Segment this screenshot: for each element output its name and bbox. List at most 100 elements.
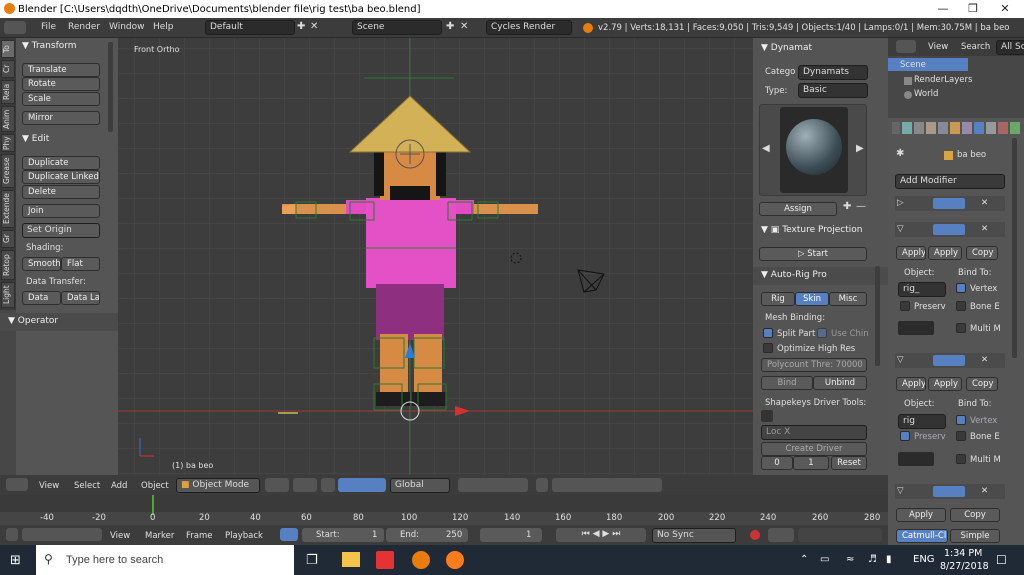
tab-grease[interactable]: Grease	[1, 154, 15, 188]
properties-scrollbar[interactable]	[1012, 138, 1017, 358]
rotate-button[interactable]: Rotate	[22, 77, 100, 91]
menu-file[interactable]: File	[34, 22, 63, 32]
preview-range-icon[interactable]	[280, 528, 298, 541]
properties-tab-icon[interactable]	[892, 122, 900, 134]
maximize-button[interactable]: ❐	[958, 0, 988, 18]
layer-buttons[interactable]	[458, 478, 528, 492]
sync-dropdown[interactable]: No Sync	[652, 528, 736, 543]
keying-set-icon[interactable]	[768, 528, 794, 542]
modifier-tab-icon[interactable]	[974, 122, 984, 134]
modifier-3-toggles-icon[interactable]	[933, 355, 965, 366]
mod2-apply-as-button[interactable]: Apply a	[928, 246, 962, 260]
tab-tools[interactable]: To	[1, 40, 15, 58]
dynamat-header[interactable]: ▼ Dynamat	[761, 43, 812, 57]
add-modifier-dropdown[interactable]: Add Modifier	[895, 174, 1005, 189]
constraint-tab-icon[interactable]	[962, 122, 972, 134]
modifier-2-delete-icon[interactable]: ✕	[981, 224, 988, 234]
outliner-filter-dropdown[interactable]: All Sc	[996, 40, 1024, 55]
scene-tab-icon[interactable]	[926, 122, 936, 134]
modifier-3-delete-icon[interactable]: ✕	[981, 355, 988, 365]
texture-projection-header[interactable]: ▼ ▣ Texture Projection	[761, 225, 863, 239]
material-tab-icon[interactable]	[998, 122, 1008, 134]
mod3-preserve-checkbox[interactable]	[900, 431, 910, 441]
remove-material-icon[interactable]: —	[856, 201, 866, 212]
shading-mode-icon[interactable]	[265, 478, 289, 492]
taskbar-date[interactable]: 8/27/2018	[940, 561, 989, 572]
polycount-threshold-field[interactable]: Polycount Thre: 70000	[761, 358, 867, 372]
pivot-point-icon[interactable]	[293, 478, 317, 492]
modifier-4-delete-icon[interactable]: ✕	[981, 486, 988, 496]
close-button[interactable]: ✕	[990, 0, 1020, 18]
mod3-bone-checkbox[interactable]	[956, 431, 966, 441]
autorig-header[interactable]: ▼ Auto-Rig Pro	[761, 270, 827, 284]
mod2-bone-checkbox[interactable]	[956, 301, 966, 311]
timeline-playback-menu[interactable]: Playback	[225, 531, 263, 541]
outliner-view-menu[interactable]: View	[928, 42, 948, 52]
split-parts-checkbox[interactable]	[763, 328, 773, 338]
keying-set-field[interactable]	[798, 528, 882, 542]
tab-animation[interactable]: Anim	[1, 106, 15, 132]
timeline-view-menu[interactable]: View	[110, 531, 130, 541]
modifier-4-header[interactable]: ▽ ✕	[895, 484, 1005, 499]
render-tab-icon[interactable]	[902, 122, 912, 134]
autorig-tab-rig[interactable]: Rig	[761, 292, 795, 306]
create-driver-button[interactable]: Create Driver	[761, 442, 867, 456]
translate-button[interactable]: Translate	[22, 63, 100, 77]
tab-create[interactable]: Cr	[1, 60, 15, 78]
timeline-marker-menu[interactable]: Marker	[145, 531, 174, 541]
modifier-1-toggles-icon[interactable]	[933, 198, 965, 209]
current-frame-field[interactable]: 1	[480, 528, 542, 542]
object-tab-icon[interactable]	[950, 122, 960, 134]
header-view-menu[interactable]: View	[39, 481, 59, 491]
timeline-editor-icon[interactable]	[6, 528, 18, 541]
modifier-3-header[interactable]: ▽ ✕	[895, 353, 1005, 368]
minimize-button[interactable]: —	[928, 0, 958, 18]
mode-dropdown[interactable]: ■ Object Mode	[176, 478, 260, 493]
mod3-vertex-group-field[interactable]	[898, 452, 934, 466]
tray-arrow-icon[interactable]: ⌃	[800, 554, 808, 565]
action-center-icon[interactable]: ☐	[996, 553, 1007, 567]
simple-button[interactable]: Simple	[950, 529, 1000, 543]
mod4-copy-button[interactable]: Copy	[950, 508, 1000, 522]
data-button[interactable]: Data	[22, 291, 61, 305]
use-chin-checkbox[interactable]	[817, 328, 827, 338]
remove-scene-icon[interactable]: ✕	[460, 21, 468, 32]
remove-layout-icon[interactable]: ✕	[310, 21, 318, 32]
mod3-multi-checkbox[interactable]	[956, 454, 966, 464]
firefox-icon[interactable]	[446, 551, 464, 569]
join-button[interactable]: Join	[22, 204, 100, 218]
texture-start-button[interactable]: ▷ Start	[759, 247, 867, 261]
outliner-row-scene[interactable]: Scene	[888, 58, 968, 71]
outliner-world-label[interactable]: World	[914, 89, 938, 99]
task-view-icon[interactable]: ❐	[306, 553, 318, 568]
header-object-menu[interactable]: Object	[141, 481, 169, 491]
transform-panel-header[interactable]: ▼ Transform	[22, 41, 77, 55]
catmull-clark-button[interactable]: Catmull-Cl	[896, 529, 948, 543]
tab-extended[interactable]: Extende	[1, 190, 15, 228]
volume-icon[interactable]: ♬	[868, 554, 877, 565]
dynamat-type-dropdown[interactable]: Basic	[798, 83, 868, 98]
dynamat-category-dropdown[interactable]: Dynamats	[798, 65, 868, 80]
tab-relations[interactable]: Rela	[1, 80, 15, 104]
data-tab-icon[interactable]	[986, 122, 996, 134]
transform-manipulators-icon[interactable]	[338, 478, 386, 492]
prev-material-icon[interactable]: ◀	[762, 143, 770, 154]
battery-icon[interactable]: ▮	[886, 554, 892, 565]
file-explorer-icon[interactable]	[342, 552, 360, 567]
smooth-button[interactable]: Smooth	[22, 257, 61, 271]
menu-render[interactable]: Render	[61, 22, 107, 32]
mod3-apply-button[interactable]: Apply	[896, 377, 926, 391]
flat-button[interactable]: Flat	[61, 257, 100, 271]
record-icon[interactable]	[750, 530, 760, 540]
unbind-button[interactable]: Unbind	[813, 376, 867, 390]
timeline-tool-icons[interactable]	[22, 528, 102, 541]
lock-layers-icon[interactable]	[536, 478, 548, 492]
end-frame-field[interactable]: End: 250	[386, 528, 468, 542]
next-material-icon[interactable]: ▶	[856, 143, 864, 154]
material-preview-box[interactable]: ◀ ▶	[759, 104, 867, 196]
taskbar-search-box[interactable]: ⚲ Type here to search	[36, 545, 294, 575]
mod3-copy-button[interactable]: Copy	[966, 377, 998, 391]
playback-controls[interactable]: ⏮ ◀ ▶ ⏭	[556, 528, 646, 542]
menu-help[interactable]: Help	[146, 22, 181, 32]
outliner-renderlayers-label[interactable]: RenderLayers	[914, 75, 972, 85]
